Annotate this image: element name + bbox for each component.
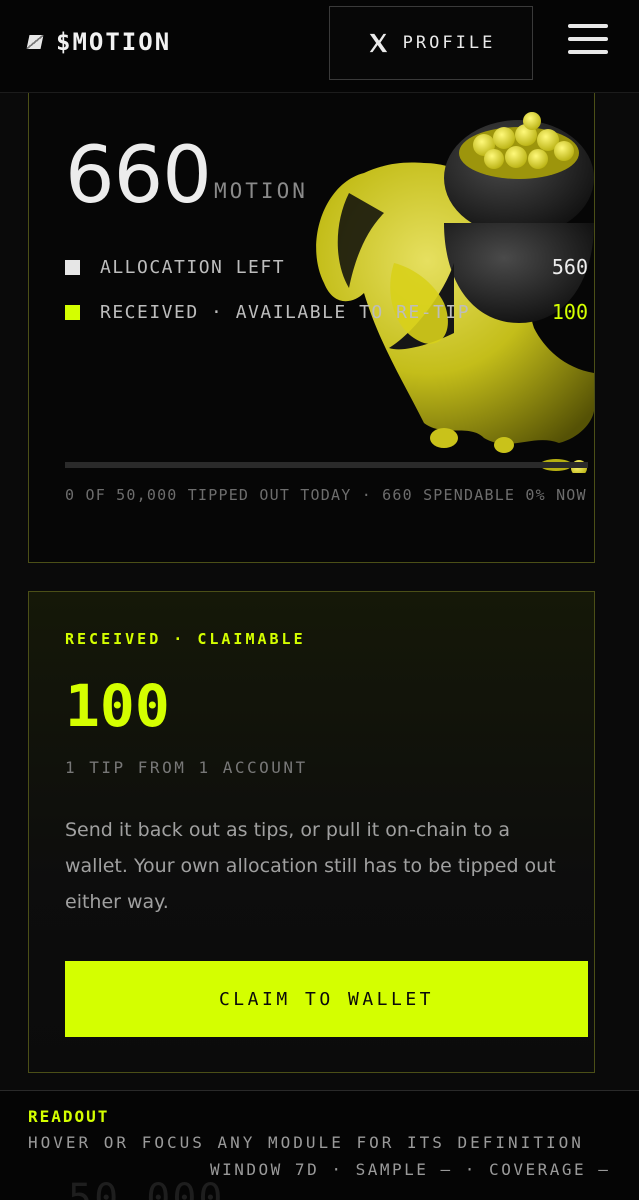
balance-total: 660 [65,131,212,221]
brand-link[interactable]: $MOTION [26,28,172,56]
x-logo-icon [369,33,387,53]
profile-label: PROFILE [402,33,496,53]
claimable-amount: 100 [65,672,170,740]
profile-button[interactable]: PROFILE [329,6,533,80]
tipping-progress-bar [65,462,588,468]
balance-unit: MOTION [214,179,308,203]
brand-name: $MOTION [56,28,172,56]
received-legend-swatch [65,304,80,320]
hamburger-menu-icon[interactable] [568,24,608,64]
readout-bar: 50,000 READOUT HOVER OR FOCUS ANY MODULE… [0,1090,639,1200]
allocation-left-row: ALLOCATION LEFT 560 [65,253,588,281]
received-value: 100 [551,300,588,324]
allocation-legend-swatch [65,259,80,275]
claim-to-wallet-button[interactable]: CLAIM TO WALLET [65,961,588,1037]
claimable-eyebrow: RECEIVED · CLAIMABLE [65,630,306,648]
claimable-description: Send it back out as tips, or pull it on-… [65,819,556,913]
allocation-left-label: ALLOCATION LEFT [100,256,286,278]
readout-hint: HOVER OR FOCUS ANY MODULE FOR ITS DEFINI… [28,1133,584,1152]
brand-mark-icon [26,35,44,49]
app-page: $MOTION PROFILE 660 MOTION ALLOCATION LE… [0,0,639,1200]
mascot-illustration [316,112,594,473]
readout-ghost-value: 50,000 [68,1176,225,1200]
balance-module[interactable]: 660 MOTION ALLOCATION LEFT 560 RECEIVED … [28,93,595,563]
progress-caption: 0 OF 50,000 TIPPED OUT TODAY · 660 SPEND… [65,486,587,504]
top-nav: $MOTION PROFILE [0,0,639,93]
allocation-left-value: 560 [551,255,588,279]
readout-meta: WINDOW 7D · SAMPLE — · COVERAGE — [210,1160,611,1179]
received-label: RECEIVED · AVAILABLE TO RE-TIP [100,301,471,323]
readout-title: READOUT [28,1107,110,1126]
claimable-module[interactable]: RECEIVED · CLAIMABLE 100 1 TIP FROM 1 AC… [28,591,595,1073]
claimable-subtitle: 1 TIP FROM 1 ACCOUNT [65,758,308,777]
received-row: RECEIVED · AVAILABLE TO RE-TIP 100 [65,298,588,326]
